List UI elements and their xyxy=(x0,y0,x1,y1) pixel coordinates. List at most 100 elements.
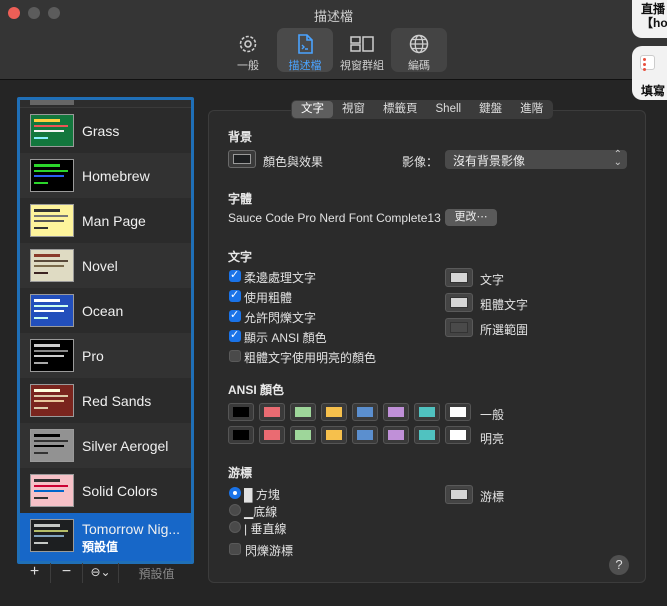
text-color-well-label: 文字 xyxy=(480,273,505,287)
ansi-normal-color-well[interactable] xyxy=(352,403,378,421)
profile-row[interactable]: Ocean xyxy=(20,288,191,333)
profile-row[interactable]: Man Page xyxy=(20,198,191,243)
cursor-style-radio[interactable] xyxy=(229,521,241,533)
cursor-style-label: | 垂直線 xyxy=(244,522,287,536)
profile-thumbnail xyxy=(30,294,74,327)
profile-row[interactable]: Red Sands xyxy=(20,378,191,423)
profile-row[interactable]: Grass xyxy=(20,108,191,153)
profile-thumbnail xyxy=(30,474,74,507)
window-groups-icon xyxy=(350,36,374,52)
thumbnail-text-line xyxy=(34,395,68,397)
ansi-bright-label: 明亮 xyxy=(480,432,505,446)
ansi-normal-color-well[interactable] xyxy=(228,403,254,421)
toolbar-profiles-label: 描述檔 xyxy=(288,60,322,72)
profile-default-badge: 預設值 xyxy=(82,540,119,554)
tab-shell[interactable]: Shell xyxy=(427,101,471,118)
thumbnail-text-line xyxy=(34,119,60,122)
thumbnail-text-line xyxy=(34,452,48,454)
ansi-normal-color-well[interactable] xyxy=(383,403,409,421)
text-option-checkbox[interactable] xyxy=(229,308,241,322)
profile-row[interactable]: Silver Aerogel xyxy=(20,423,191,468)
tab-window[interactable]: 視窗 xyxy=(333,101,374,118)
tab-text[interactable]: 文字 xyxy=(292,101,333,118)
ansi-bright-color-well[interactable] xyxy=(445,426,471,444)
profile-row[interactable]: Homebrew xyxy=(20,153,191,198)
profile-row[interactable]: Tomorrow Nig... 預設值 xyxy=(20,513,191,561)
blink-cursor-label: 閃爍游標 xyxy=(245,544,294,558)
profile-name: Pro xyxy=(82,348,104,364)
profile-name: Novel xyxy=(82,258,118,274)
remove-profile-button[interactable]: − xyxy=(51,563,83,583)
background-image-select[interactable]: 沒有背景影像 ⌃ ⌄ xyxy=(445,150,627,169)
profile-list[interactable]: Grass Homebrew Man Page Novel Ocean Pro Red Sa… xyxy=(17,97,194,564)
toolbar-encodings[interactable]: 編碼 xyxy=(391,28,447,72)
toolbar-window-groups[interactable]: 視窗群組 xyxy=(334,28,390,72)
text-option-checkbox[interactable] xyxy=(229,288,241,302)
thumbnail-text-line xyxy=(34,254,60,257)
ansi-normal-color-well[interactable] xyxy=(414,403,440,421)
thumbnail-text-line xyxy=(34,220,64,222)
text-option-checkbox[interactable] xyxy=(229,350,241,362)
text-option-label: 粗體文字使用明亮的顏色 xyxy=(244,351,377,365)
notification-banner-second[interactable]: 填寫 xyxy=(632,46,667,100)
text-option-checkbox[interactable] xyxy=(229,268,241,282)
ansi-bright-color-well[interactable] xyxy=(383,426,409,444)
list-partial-row xyxy=(20,100,191,108)
blink-cursor-checkbox[interactable] xyxy=(229,543,241,555)
ansi-bright-color-well[interactable] xyxy=(414,426,440,444)
thumbnail-text-line xyxy=(34,227,48,229)
thumbnail-text-line xyxy=(34,182,48,184)
profile-name: Silver Aerogel xyxy=(82,438,169,454)
text-color-well-label: 所選範圍 xyxy=(480,323,529,337)
text-color-well[interactable] xyxy=(445,293,473,312)
text-option-label: 柔邊處理文字 xyxy=(244,271,317,285)
titlebar: 描述檔 一般 描述檔 視窗群組 編碼 xyxy=(0,0,667,80)
color-effects-label: 顏色與效果 xyxy=(263,155,324,169)
ansi-normal-color-well[interactable] xyxy=(321,403,347,421)
notification-banner-top[interactable]: 直播 【ho xyxy=(632,0,667,38)
background-color-well[interactable] xyxy=(228,150,256,168)
profile-list-toolbar: + − ⊖⌄ 預設值 xyxy=(19,563,194,583)
profile-thumbnail xyxy=(30,519,74,552)
profile-row[interactable]: Pro xyxy=(20,333,191,378)
toolbar-profiles[interactable]: 描述檔 xyxy=(277,28,333,72)
thumbnail-text-line xyxy=(34,485,68,487)
thumbnail-text-line xyxy=(34,175,64,177)
settings-tabs: 文字 視窗 標籤頁 Shell 鍵盤 進階 xyxy=(291,100,554,119)
cursor-color-well[interactable] xyxy=(445,485,473,504)
ansi-normal-color-well[interactable] xyxy=(290,403,316,421)
tab-keyboard[interactable]: 鍵盤 xyxy=(470,101,511,118)
ansi-normal-color-well[interactable] xyxy=(259,403,285,421)
cursor-color-label: 游標 xyxy=(480,490,505,504)
toolbar-general[interactable]: 一般 xyxy=(220,28,276,72)
text-color-well[interactable] xyxy=(445,268,473,287)
set-default-button[interactable]: 預設值 xyxy=(119,565,194,582)
text-option-checkbox[interactable] xyxy=(229,328,241,342)
profile-name: Grass xyxy=(82,123,120,139)
ansi-bright-color-well[interactable] xyxy=(228,426,254,444)
thumbnail-text-line xyxy=(34,260,68,262)
thumbnail-text-line xyxy=(34,479,60,482)
text-heading: 文字 xyxy=(228,250,253,264)
tab-advanced[interactable]: 進階 xyxy=(511,101,552,118)
cursor-style-radio[interactable] xyxy=(229,487,241,499)
tab-tabs[interactable]: 標籤頁 xyxy=(374,101,427,118)
profile-row[interactable]: Solid Colors xyxy=(20,468,191,513)
ansi-bright-color-well[interactable] xyxy=(290,426,316,444)
window-title: 描述檔 xyxy=(313,9,353,24)
profile-row[interactable]: Novel xyxy=(20,243,191,288)
ansi-normal-color-well[interactable] xyxy=(445,403,471,421)
ansi-heading: ANSI 顏色 xyxy=(228,383,285,397)
cursor-style-label: █ 方塊 xyxy=(244,488,280,502)
help-button[interactable]: ? xyxy=(609,555,629,575)
ansi-bright-color-well[interactable] xyxy=(259,426,285,444)
profile-actions-menu-button[interactable]: ⊖⌄ xyxy=(83,563,119,583)
thumbnail-text-line xyxy=(34,310,64,312)
text-color-well[interactable] xyxy=(445,318,473,337)
background-heading: 背景 xyxy=(228,130,253,144)
cursor-style-radio[interactable] xyxy=(229,504,241,516)
ansi-bright-color-well[interactable] xyxy=(321,426,347,444)
add-profile-button[interactable]: + xyxy=(19,563,51,583)
ansi-bright-color-well[interactable] xyxy=(352,426,378,444)
change-font-button[interactable]: 更改⋯ xyxy=(445,209,497,226)
